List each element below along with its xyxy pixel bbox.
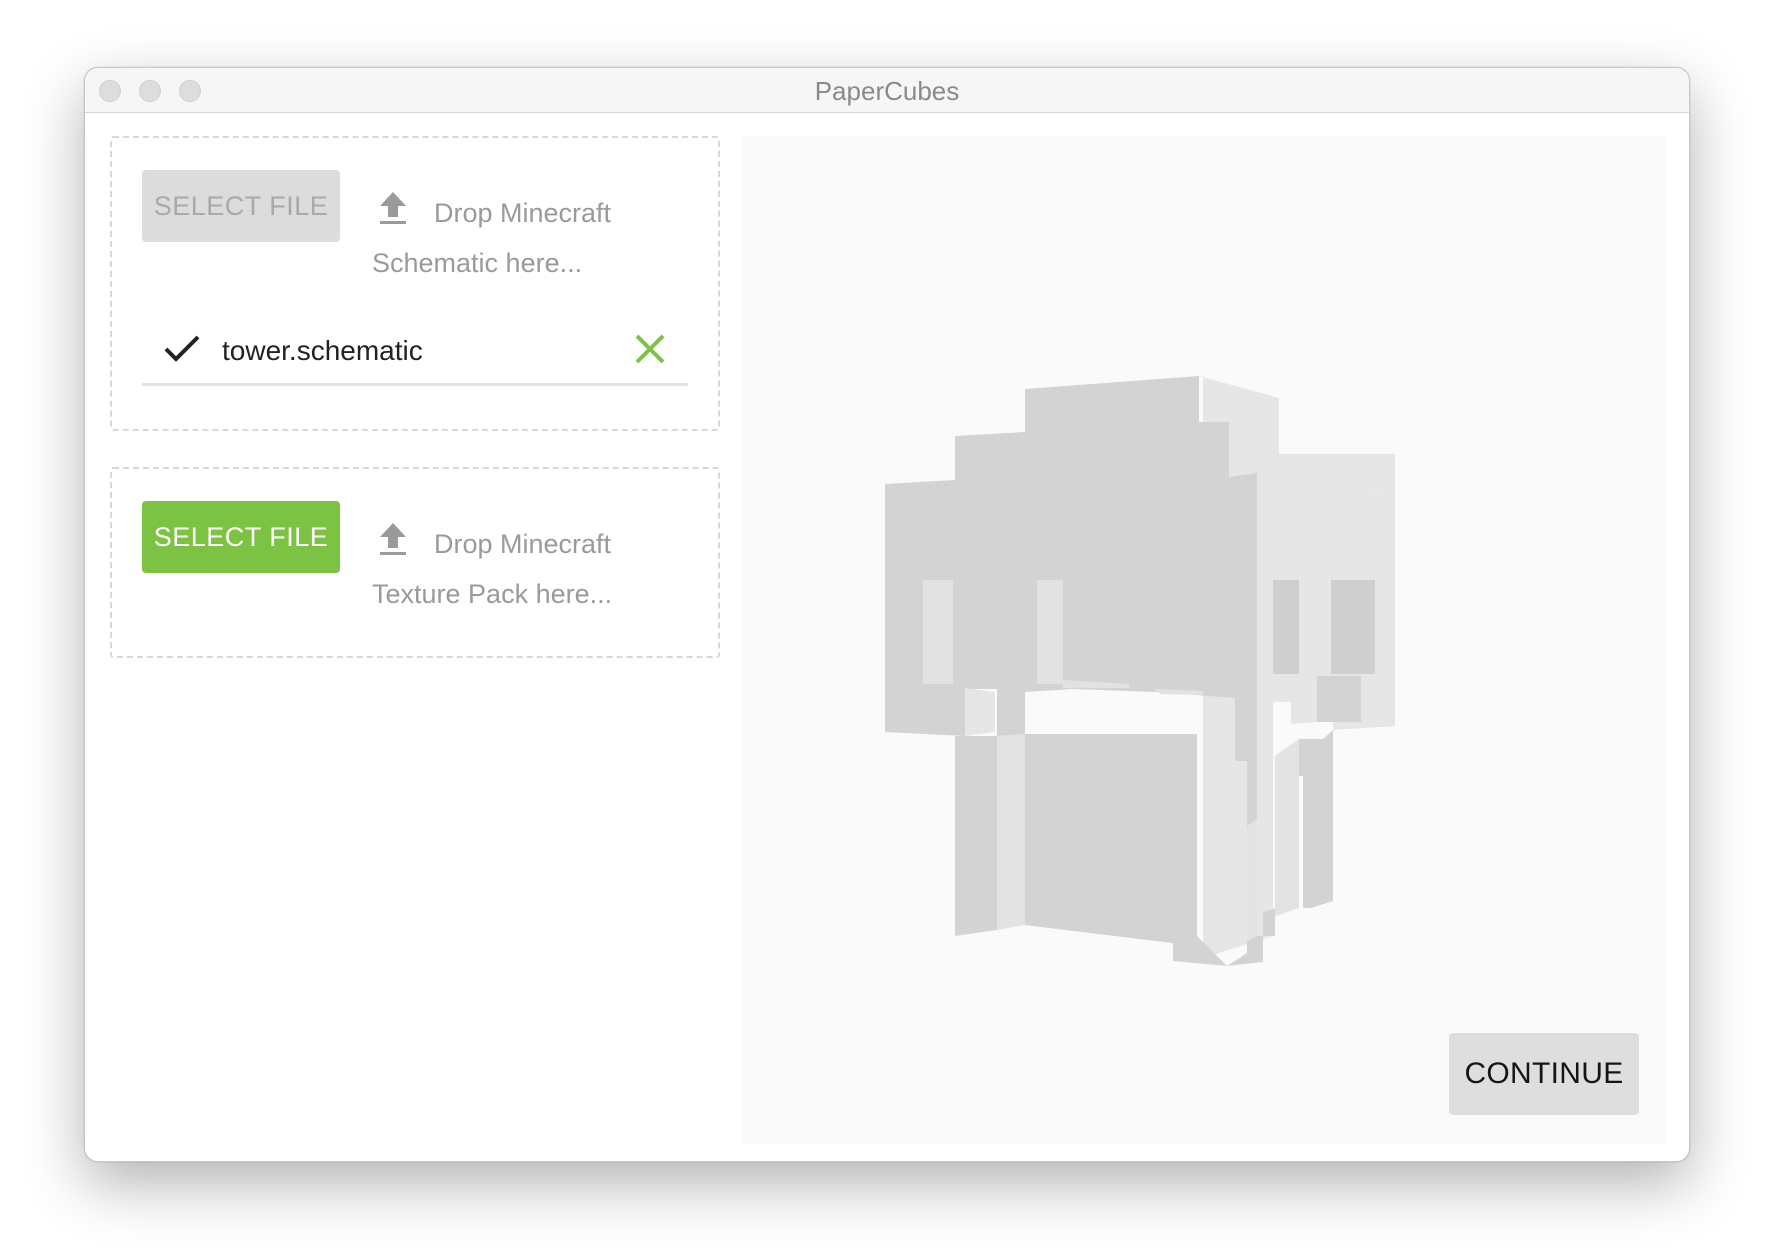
schematic-drop-zone[interactable]: SELECT FILE Drop Minecraft Schematic her… [110, 136, 720, 431]
title-bar[interactable]: PaperCubes [85, 68, 1689, 113]
window-title: PaperCubes [814, 76, 960, 106]
check-icon [164, 335, 200, 362]
schematic-drop-hint: Drop Minecraft Schematic here... [372, 188, 672, 288]
texture-pack-drop-zone[interactable]: SELECT FILE Drop Minecraft Texture Pack … [110, 467, 720, 658]
continue-button[interactable]: CONTINUE [1449, 1033, 1639, 1115]
model-preview-panel[interactable]: CONTINUE [743, 136, 1665, 1144]
select-schematic-button[interactable]: SELECT FILE [142, 170, 340, 242]
drop-hint-line1: Drop Minecraft [434, 198, 612, 228]
app-window: PaperCubes SELECT FILE Drop Minecraft Sc… [84, 67, 1690, 1162]
drop-hint-line2: Texture Pack here... [372, 579, 613, 609]
selected-file-name: tower.schematic [222, 335, 423, 366]
select-texture-pack-button[interactable]: SELECT FILE [142, 501, 340, 573]
voxel-model-preview[interactable] [743, 136, 1665, 1144]
texture-pack-drop-hint: Drop Minecraft Texture Pack here... [372, 519, 672, 619]
main-content: SELECT FILE Drop Minecraft Schematic her… [85, 113, 1689, 1161]
drop-hint-line1: Drop Minecraft [434, 529, 612, 559]
drop-hint-line2: Schematic here... [372, 248, 583, 278]
close-icon[interactable] [632, 331, 668, 367]
selected-file-row: tower.schematic [142, 323, 688, 386]
